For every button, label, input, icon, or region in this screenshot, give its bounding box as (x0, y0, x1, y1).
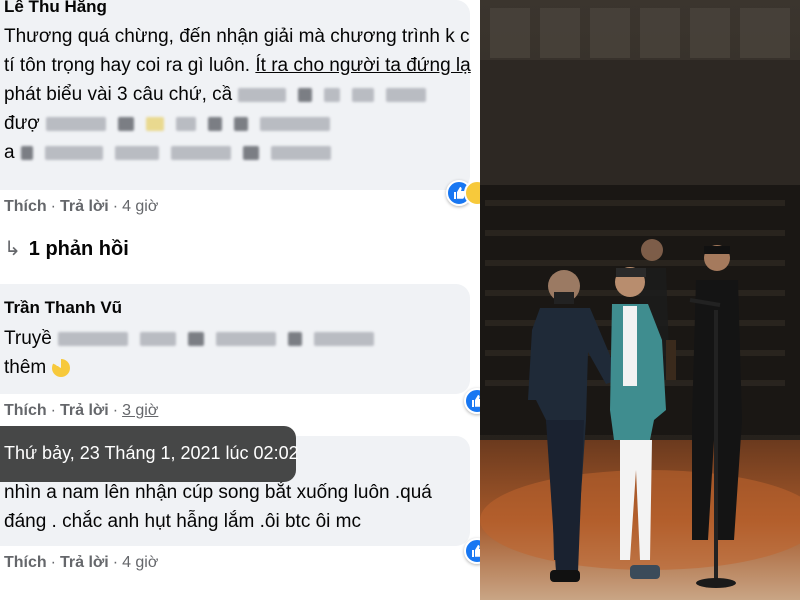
replies-count[interactable]: 1 phản hồi (29, 238, 129, 260)
comment-text: Truyề thêm (4, 324, 380, 382)
comment-text: nhìn a nam lên nhận cúp song bắt xuống l… (4, 478, 432, 536)
stage-photo (480, 0, 800, 600)
comment-line: a (4, 138, 471, 167)
like-button[interactable]: Thích (4, 402, 47, 419)
comment-line: đượ (4, 109, 471, 138)
comment-bubble: Trần Thanh Vũ Truyề thêm (0, 284, 470, 394)
like-button[interactable]: Thích (4, 554, 47, 571)
comment-line: thêm (4, 353, 380, 382)
comment-line: Thương quá chừng, đến nhận giải mà chươn… (4, 26, 470, 47)
comment-timestamp[interactable]: 4 giờ (122, 554, 158, 571)
like-reaction-icon[interactable] (464, 388, 480, 414)
comment-line: nhìn a nam lên nhận cúp song bắt xuống l… (4, 482, 432, 503)
comment-timestamp[interactable]: 3 giờ (122, 402, 158, 419)
emoji-icon (52, 358, 71, 377)
stage-photo-image (480, 0, 800, 600)
like-button[interactable]: Thích (4, 198, 47, 215)
view-replies-link[interactable]: ↳ 1 phản hồi (4, 236, 129, 261)
like-reaction-icon[interactable] (464, 538, 480, 564)
comment-author[interactable]: Trần Thanh Vũ (4, 298, 122, 318)
tooltip-text: Thứ bảy, 23 Tháng 1, 2021 lúc 02:02 (4, 443, 299, 463)
comment-actions: Thích · Trả lời · 3 giờ (4, 402, 159, 419)
comment-bubble: Lê Thu Hằng Thương quá chừng, đến nhận g… (0, 0, 471, 190)
reply-button[interactable]: Trả lời (60, 402, 109, 419)
comment-line: Truyề (4, 324, 380, 353)
comment-actions: Thích · Trả lời · 4 giờ (4, 554, 159, 571)
comment-author[interactable]: Lê Thu Hằng (4, 0, 107, 17)
reply-arrow-icon: ↳ (4, 238, 21, 260)
comment-line: phát biểu vài 3 câu chứ, cầ (4, 80, 471, 109)
comment-line: tí tôn trọng hay coi ra gì luôn. Ít ra c… (4, 55, 471, 76)
timestamp-tooltip: Thứ bảy, 23 Tháng 1, 2021 lúc 02:02 (0, 426, 299, 482)
comment-line: đáng . chắc anh hụt hẫng lắm .ôi btc ôi … (4, 511, 361, 532)
comment-actions: Thích · Trả lời · 4 giờ (4, 198, 159, 215)
comment-text: Thương quá chừng, đến nhận giải mà chươn… (4, 22, 471, 167)
reply-button[interactable]: Trả lời (60, 198, 109, 215)
reply-button[interactable]: Trả lời (60, 554, 109, 571)
comment-timestamp[interactable]: 4 giờ (122, 198, 158, 215)
comment-thread: Lê Thu Hằng Thương quá chừng, đến nhận g… (0, 0, 480, 600)
